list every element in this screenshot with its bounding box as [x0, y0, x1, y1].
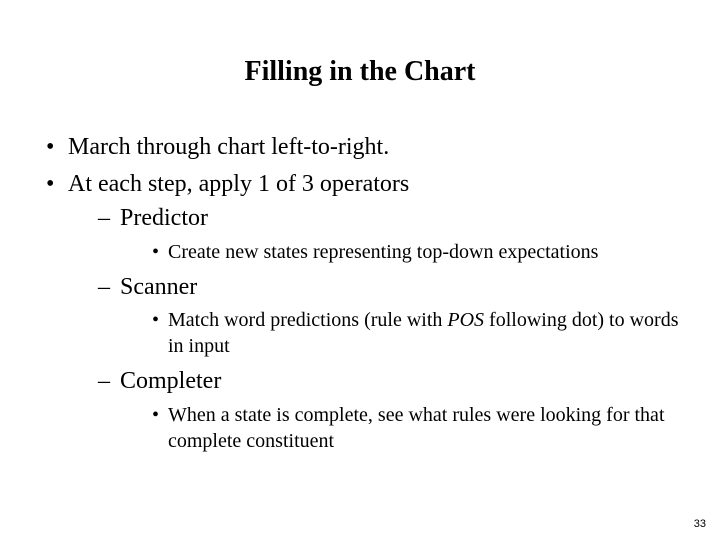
- bullet-item: At each step, apply 1 of 3 operators Pre…: [40, 169, 680, 453]
- detail-list: When a state is complete, see what rules…: [148, 402, 680, 454]
- detail-item: Create new states representing top-down …: [148, 239, 680, 265]
- detail-text: When a state is complete, see what rules…: [168, 404, 665, 452]
- detail-item: When a state is complete, see what rules…: [148, 402, 680, 454]
- detail-text-pre: Match word predictions (rule with: [168, 309, 447, 331]
- sub-item-predictor: Predictor Create new states representing…: [94, 202, 680, 264]
- sub-item-label: Predictor: [120, 205, 208, 231]
- sub-item-label: Scanner: [120, 274, 197, 300]
- slide: Filling in the Chart March through chart…: [0, 0, 720, 540]
- detail-list: Match word predictions (rule with POS fo…: [148, 307, 680, 359]
- sub-item-label: Completer: [120, 368, 221, 394]
- slide-title: Filling in the Chart: [40, 56, 680, 88]
- bullet-text: March through chart left-to-right.: [68, 134, 389, 160]
- bullet-list: March through chart left-to-right. At ea…: [40, 132, 680, 454]
- detail-list: Create new states representing top-down …: [148, 239, 680, 265]
- sub-list: Predictor Create new states representing…: [94, 202, 680, 453]
- detail-text: Create new states representing top-down …: [168, 241, 598, 263]
- detail-text-em: POS: [447, 309, 484, 331]
- sub-item-completer: Completer When a state is complete, see …: [94, 365, 680, 453]
- page-number: 33: [694, 518, 706, 530]
- detail-item: Match word predictions (rule with POS fo…: [148, 307, 680, 359]
- bullet-item: March through chart left-to-right.: [40, 132, 680, 163]
- bullet-text: At each step, apply 1 of 3 operators: [68, 171, 409, 197]
- sub-item-scanner: Scanner Match word predictions (rule wit…: [94, 271, 680, 359]
